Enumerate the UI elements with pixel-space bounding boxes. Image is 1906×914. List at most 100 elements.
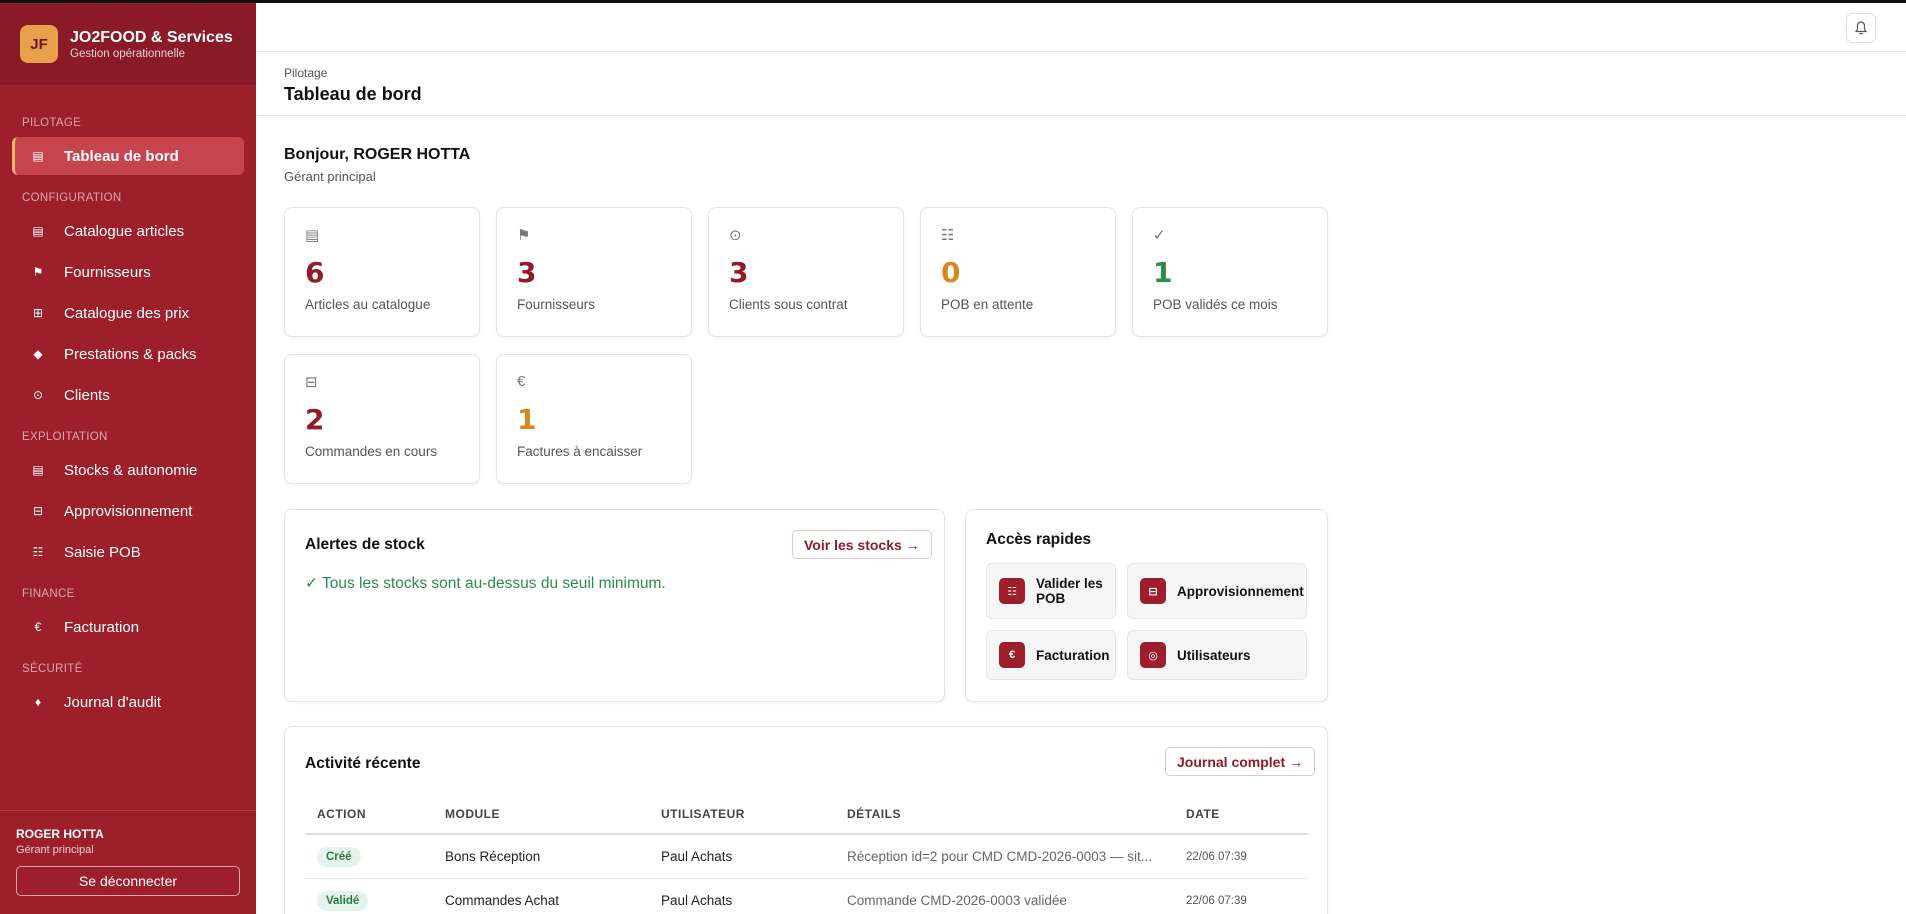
list-icon: ☷: [941, 227, 955, 244]
page-title: Tableau de bord: [284, 84, 422, 104]
brand-subtitle: Gestion opérationnelle: [70, 47, 186, 60]
stat-value: 3: [729, 256, 749, 289]
sidebar: JF JO2FOOD & Services Gestion opérationn…: [0, 3, 256, 914]
logout-button[interactable]: Se déconnecter: [16, 866, 240, 896]
quick-access-utilisateurs[interactable]: ◎ Utilisateurs: [1127, 630, 1307, 680]
full-journal-button[interactable]: Journal complet →: [1165, 747, 1316, 776]
cell-date: 22/06 07:39: [1186, 895, 1247, 907]
stock-icon: ▤: [32, 463, 44, 477]
sidebar-item-label: Tableau de bord: [64, 147, 179, 165]
audit-icon: ♦: [34, 695, 42, 709]
supply-icon: ⊟: [32, 504, 44, 518]
sidebar-item-clients[interactable]: ⊙ Clients: [12, 376, 244, 414]
section-label-securite: SÉCURITÉ: [22, 663, 83, 675]
status-badge: Créé: [317, 847, 361, 867]
sidebar-item-facturation[interactable]: € Facturation: [12, 608, 244, 646]
sidebar-item-label: Saisie POB: [64, 543, 141, 561]
sidebar-item-catalogue-des-prix[interactable]: ⊞ Catalogue des prix: [12, 294, 244, 332]
column-header-utilisateur: UTILISATEUR: [661, 807, 745, 821]
cell-module: Commandes Achat: [445, 893, 560, 908]
column-header-module: MODULE: [445, 807, 500, 821]
sidebar-item-label: Catalogue des prix: [64, 304, 190, 322]
flag-icon: ⚑: [517, 227, 531, 244]
cell-user: Paul Achats: [661, 849, 733, 864]
stat-value: 3: [517, 256, 537, 289]
table-row[interactable]: Validé Commandes Achat Paul Achats Comma…: [305, 879, 1309, 914]
top-bar: [256, 3, 1906, 52]
list-icon: ☷: [32, 545, 44, 559]
client-circle-icon: ⊙: [32, 388, 44, 402]
stat-label: Articles au catalogue: [305, 297, 431, 312]
quick-access-label: Valider les POB: [1036, 576, 1103, 606]
grid-icon: ⊞: [32, 306, 44, 320]
brand-name: JO2FOOD & Services: [70, 28, 233, 46]
stat-card-pob-valides[interactable]: ✓ 1 POB validés ce mois: [1132, 207, 1328, 337]
diamond-icon: ◆: [33, 347, 43, 361]
sidebar-item-approvisionnement[interactable]: ⊟ Approvisionnement: [12, 492, 244, 530]
supply-icon: ⊟: [305, 374, 318, 391]
section-label-configuration: CONFIGURATION: [22, 192, 122, 204]
quick-access-label: Facturation: [1036, 647, 1110, 663]
stat-label: POB en attente: [941, 297, 1034, 312]
stat-value: 1: [517, 403, 537, 436]
stat-value: 6: [305, 256, 325, 289]
sidebar-item-label: Prestations & packs: [64, 345, 197, 363]
euro-icon: €: [517, 373, 526, 390]
sidebar-item-label: Catalogue articles: [64, 222, 185, 240]
sidebar-item-tableau-de-bord[interactable]: ▤ Tableau de bord: [12, 137, 244, 175]
stat-card-articles[interactable]: ▤ 6 Articles au catalogue: [284, 207, 480, 337]
view-stocks-button[interactable]: Voir les stocks →: [792, 530, 932, 559]
stat-card-commandes[interactable]: ⊟ 2 Commandes en cours: [284, 354, 480, 484]
cell-user: Paul Achats: [661, 893, 733, 908]
sidebar-item-label: Fournisseurs: [64, 263, 151, 281]
stat-label: POB validés ce mois: [1153, 297, 1278, 312]
supply-icon: ⊟: [1140, 578, 1166, 604]
stat-card-factures[interactable]: € 1 Factures à encaisser: [496, 354, 692, 484]
sidebar-item-journal-audit[interactable]: ♦ Journal d'audit: [12, 683, 244, 721]
brand-logo: JF: [20, 25, 58, 63]
stat-card-pob-attente[interactable]: ☷ 0 POB en attente: [920, 207, 1116, 337]
sidebar-item-prestations-packs[interactable]: ◆ Prestations & packs: [12, 335, 244, 373]
euro-icon: €: [34, 620, 42, 634]
table-row[interactable]: Créé Bons Réception Paul Achats Réceptio…: [305, 835, 1309, 879]
catalogue-icon: ▤: [32, 224, 44, 238]
stat-card-clients[interactable]: ⊙ 3 Clients sous contrat: [708, 207, 904, 337]
stat-label: Factures à encaisser: [517, 444, 643, 459]
quick-access-title: Accès rapides: [986, 531, 1092, 548]
quick-access-valider-pob[interactable]: ☷ Valider les POB: [986, 563, 1116, 619]
sidebar-item-saisie-pob[interactable]: ☷ Saisie POB: [12, 533, 244, 571]
recent-activity-panel: Activité récente Journal complet → ACTIO…: [284, 726, 1328, 914]
section-label-exploitation: EXPLOITATION: [22, 431, 108, 443]
user-block: ROGER HOTTA Gérant principal Se déconnec…: [0, 810, 256, 896]
quick-access-facturation[interactable]: € Facturation: [986, 630, 1116, 680]
table-header: ACTION MODULE UTILISATEUR DÉTAILS DATE: [305, 795, 1309, 835]
recent-activity-title: Activité récente: [305, 755, 421, 772]
check-icon: ✓: [1153, 227, 1166, 244]
stock-alerts-title: Alertes de stock: [305, 536, 425, 553]
column-header-date: DATE: [1186, 807, 1220, 821]
column-header-details: DÉTAILS: [847, 807, 901, 821]
sidebar-item-catalogue-articles[interactable]: ▤ Catalogue articles: [12, 212, 244, 250]
sidebar-item-fournisseurs[interactable]: ⚑ Fournisseurs: [12, 253, 244, 291]
column-header-action: ACTION: [317, 807, 366, 821]
cell-date: 22/06 07:39: [1186, 851, 1247, 863]
sidebar-item-stocks[interactable]: ▤ Stocks & autonomie: [12, 451, 244, 489]
stat-label: Commandes en cours: [305, 444, 438, 459]
status-badge: Validé: [317, 891, 369, 911]
greeting-role: Gérant principal: [284, 169, 376, 184]
notifications-button[interactable]: [1846, 13, 1876, 43]
user-name: ROGER HOTTA: [16, 827, 104, 841]
stat-label: Clients sous contrat: [729, 297, 848, 312]
cell-details: Réception id=2 pour CMD CMD-2026-0003 — …: [847, 849, 1153, 864]
section-label-pilotage: PILOTAGE: [22, 117, 82, 129]
quick-access-label: Utilisateurs: [1177, 647, 1251, 663]
section-label-finance: FINANCE: [22, 588, 75, 600]
quick-access-approvisionnement[interactable]: ⊟ Approvisionnement: [1127, 563, 1307, 619]
client-circle-icon: ⊙: [729, 227, 742, 244]
stat-card-fournisseurs[interactable]: ⚑ 3 Fournisseurs: [496, 207, 692, 337]
brand: JF JO2FOOD & Services Gestion opérationn…: [0, 3, 256, 86]
stat-label: Fournisseurs: [517, 297, 596, 312]
bell-icon: [1854, 21, 1868, 35]
sidebar-item-label: Clients: [64, 386, 110, 404]
sidebar-item-label: Journal d'audit: [64, 693, 162, 711]
